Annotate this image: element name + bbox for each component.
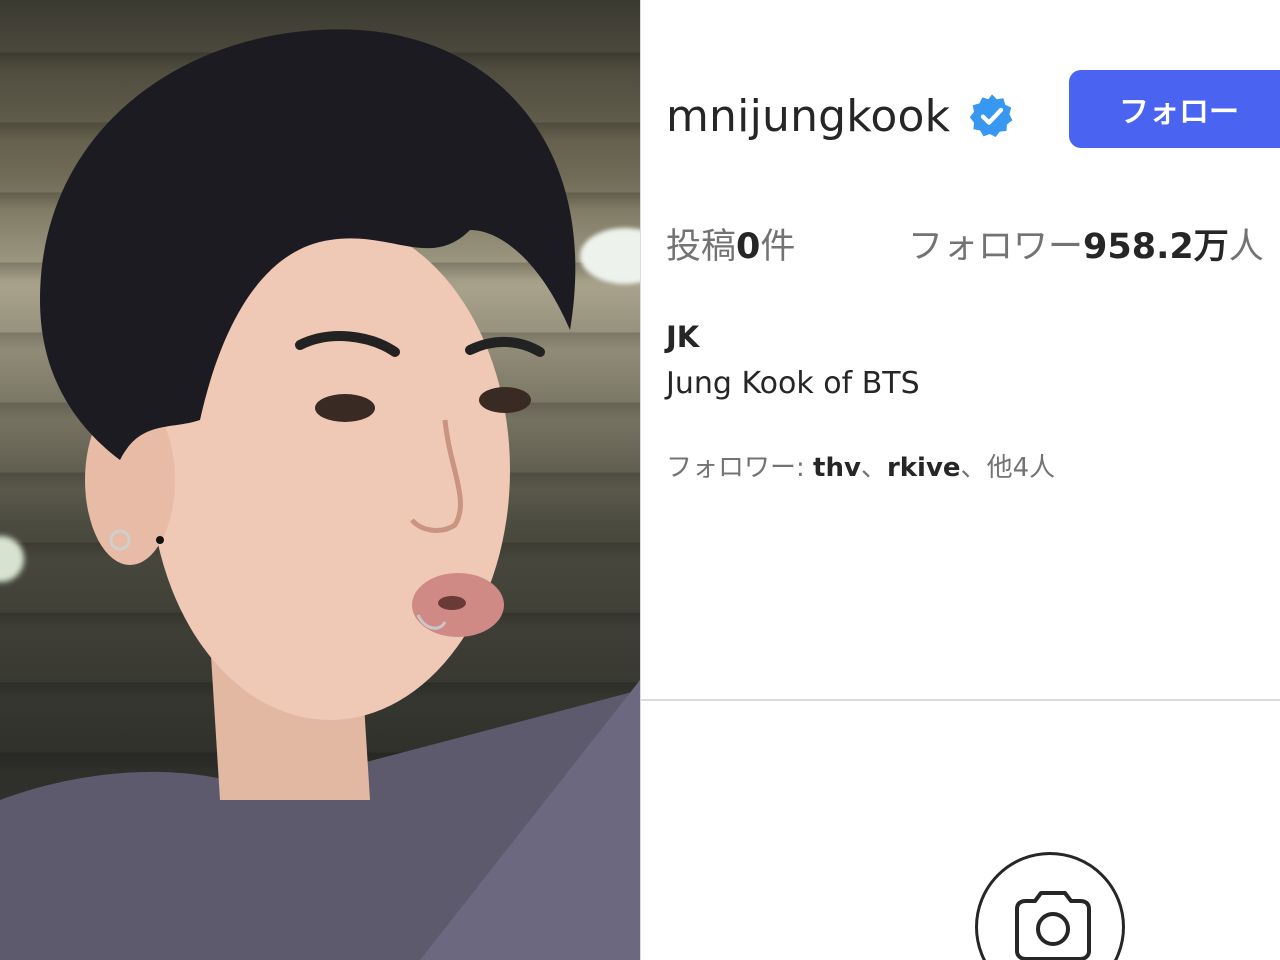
followers-count[interactable]: フォロワー 958.2万人 bbox=[908, 218, 1264, 269]
posts-number: 0 bbox=[736, 227, 761, 267]
followers-number: 958.2万 bbox=[1083, 227, 1229, 267]
posts-unit: 件 bbox=[760, 227, 796, 267]
profile-header: mnijungkook フォロー 投稿 0 件 フォロワー 958.2万人 JK Ju… bbox=[640, 0, 1280, 960]
followed-by-prefix: フォロワー: bbox=[666, 453, 814, 483]
divider bbox=[641, 699, 1280, 701]
username: mnijungkook bbox=[666, 90, 951, 142]
portrait-illustration bbox=[0, 29, 640, 960]
username-row: mnijungkook bbox=[666, 78, 1016, 154]
no-posts-indicator bbox=[975, 852, 1125, 960]
followed-by-user[interactable]: thv bbox=[813, 453, 861, 483]
followed-by[interactable]: フォロワー: thv、rkive、他4人 bbox=[666, 447, 1055, 484]
followers-label: フォロワー bbox=[908, 227, 1084, 267]
posts-label: 投稿 bbox=[666, 227, 737, 267]
posts-count[interactable]: 投稿 0 件 bbox=[666, 218, 795, 269]
screenshot-frame: mnijungkook フォロー 投稿 0 件 フォロワー 958.2万人 JK Ju… bbox=[0, 0, 1280, 960]
followers-unit: 人 bbox=[1228, 227, 1264, 267]
followed-by-user[interactable]: rkive bbox=[887, 453, 961, 483]
followed-by-others: 他4人 bbox=[986, 453, 1056, 483]
verified-badge-icon bbox=[970, 94, 1013, 137]
bio-text: Jung Kook of BTS bbox=[666, 366, 920, 401]
camera-icon bbox=[1015, 891, 1091, 960]
separator: 、 bbox=[860, 453, 887, 483]
display-name: JK bbox=[666, 320, 700, 354]
follow-button[interactable]: フォロー bbox=[1069, 70, 1280, 148]
profile-stats: 投稿 0 件 フォロワー 958.2万人 bbox=[666, 218, 1280, 274]
profile-photo bbox=[0, 0, 640, 960]
separator: 、 bbox=[960, 453, 987, 483]
